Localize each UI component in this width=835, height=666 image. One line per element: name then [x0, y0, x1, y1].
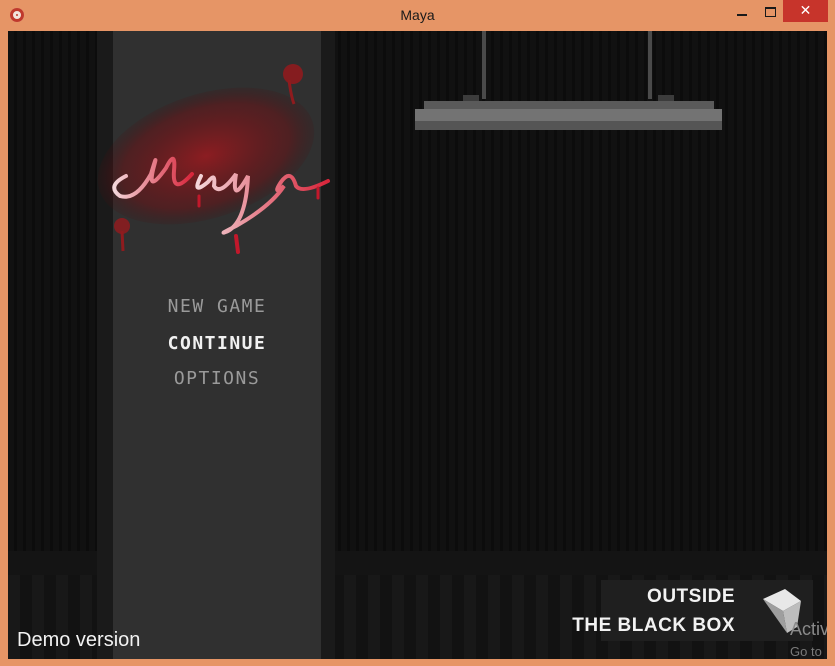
maximize-button[interactable]	[759, 0, 781, 24]
maximize-icon	[764, 7, 776, 17]
blood-drop	[283, 64, 303, 84]
title-bar[interactable]: Maya ✕	[0, 0, 835, 31]
window-title: Maya	[400, 7, 435, 23]
app-window: Maya ✕ NEW GAME CONTINUE OPTIONS Demo ve…	[0, 0, 835, 666]
lamp-rod-left	[482, 31, 486, 99]
menu-new-game[interactable]: NEW GAME	[113, 296, 321, 317]
minimize-button[interactable]	[725, 0, 759, 24]
game-viewport: NEW GAME CONTINUE OPTIONS Demo version O…	[8, 31, 827, 659]
close-icon: ✕	[799, 3, 812, 19]
blood-drip	[120, 230, 125, 252]
blood-smear	[97, 87, 315, 225]
menu-options[interactable]: OPTIONS	[113, 368, 321, 389]
ceiling-lamp-top	[424, 101, 714, 109]
ceiling-lamp-bottom	[415, 121, 722, 130]
lamp-rod-right	[648, 31, 652, 99]
maya-logo	[97, 64, 330, 254]
studio-logo-badge: OUTSIDE THE BLACK BOX	[572, 580, 813, 641]
logo-drip	[234, 234, 240, 254]
studio-name-line1: OUTSIDE	[647, 586, 735, 607]
activation-watermark-sub: Go to	[790, 644, 822, 659]
minimize-icon	[737, 14, 747, 16]
menu-continue[interactable]: CONTINUE	[113, 333, 321, 354]
close-button[interactable]: ✕	[783, 0, 828, 22]
activation-watermark: Activ	[790, 619, 827, 639]
ceiling-lamp	[415, 109, 722, 121]
studio-name-line2: THE BLACK BOX	[572, 615, 735, 636]
demo-version-label: Demo version	[17, 629, 141, 651]
